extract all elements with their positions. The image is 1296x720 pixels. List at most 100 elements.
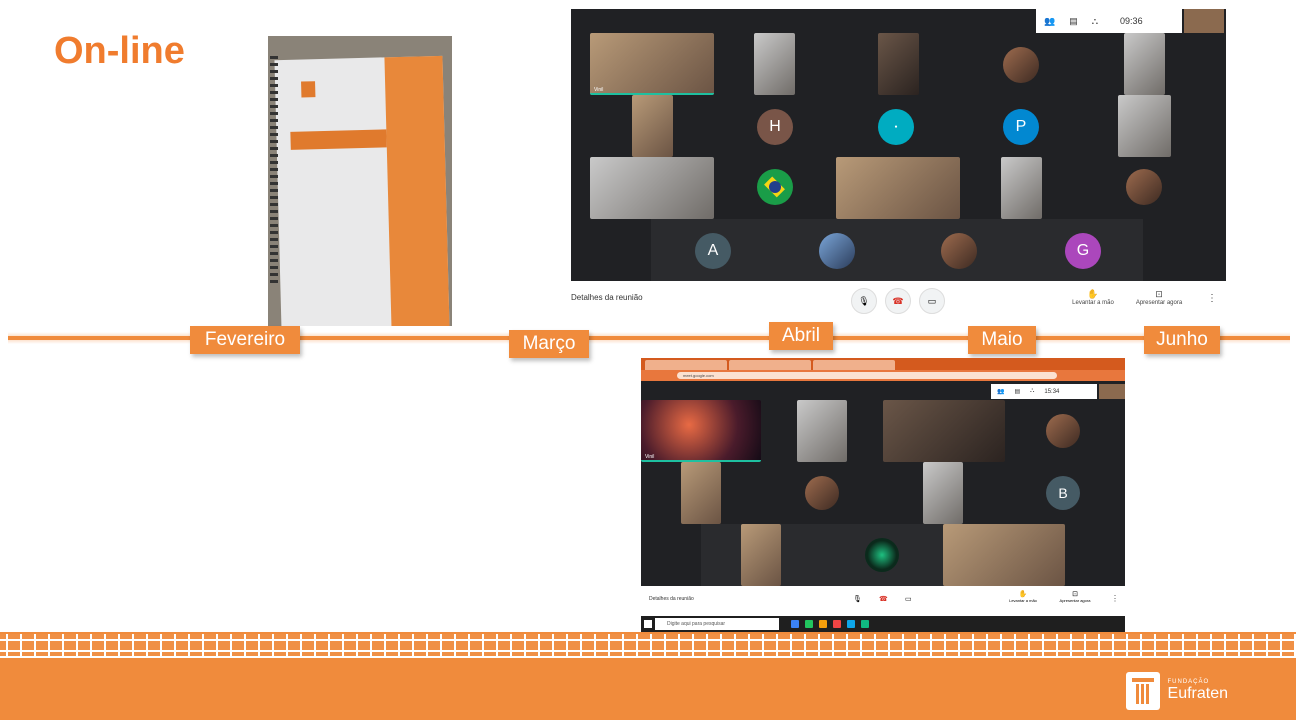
camera-icon[interactable]: ▭	[919, 288, 945, 314]
cover-title-stripe	[290, 129, 387, 150]
participant-tile	[1118, 95, 1171, 157]
meeting-time: 09:36	[1120, 16, 1143, 26]
slide-title: On-line	[54, 30, 185, 72]
participant-flag-avatar	[757, 169, 793, 205]
participant-photo	[1126, 169, 1162, 205]
present-now-label: Apresentar agora	[1059, 598, 1091, 603]
taskbar-app-icon[interactable]	[805, 620, 813, 628]
browser-tab[interactable]	[813, 360, 895, 370]
activities-icon: ⛬	[1091, 15, 1099, 26]
participant-tile	[754, 33, 795, 95]
present-icon: ⊡	[1155, 289, 1163, 299]
raise-hand-button[interactable]: ✋ Levantar a mão	[1003, 590, 1043, 603]
hand-icon: ✋	[1018, 591, 1028, 598]
present-icon: ⊡	[1072, 591, 1078, 598]
month-label: Fevereiro	[190, 326, 300, 354]
taskbar-app-icon[interactable]	[791, 620, 799, 628]
taskbar-search-input[interactable]: Digite aqui para pesquisar	[655, 618, 779, 630]
participant-tile	[590, 157, 714, 219]
browser-tab[interactable]	[645, 360, 727, 370]
present-now-button[interactable]: ⊡ Apresentar agora	[1053, 590, 1097, 603]
taskbar-app-icon[interactable]	[819, 620, 827, 628]
url-field[interactable]: meet.google.com	[677, 372, 1057, 379]
taskbar-app-icon[interactable]	[833, 620, 841, 628]
chat-icon: ▤	[1014, 389, 1021, 395]
meet-control-bar: Detalhes da reunião 🎙 ☎ ▭ ✋ Levantar a m…	[571, 281, 1226, 319]
participant-photo	[1003, 47, 1039, 83]
participant-tile: Vinil	[641, 400, 761, 462]
participant-photo	[1046, 414, 1080, 448]
participant-tile	[632, 95, 673, 157]
chat-icon: ▤	[1069, 15, 1078, 26]
participant-tile	[797, 400, 847, 462]
participant-avatar: H	[757, 109, 793, 145]
greek-key-pattern	[0, 634, 1296, 656]
taskbar-app-icon[interactable]	[847, 620, 855, 628]
camera-icon[interactable]: ▭	[905, 595, 912, 603]
raise-hand-label: Levantar a mão	[1072, 300, 1114, 306]
more-icon[interactable]: ⋮	[1207, 293, 1217, 304]
participant-tile	[883, 400, 1005, 462]
participant-tile	[878, 33, 919, 95]
mic-icon[interactable]: 🎙	[853, 595, 862, 603]
participant-avatar: P	[1003, 109, 1039, 145]
taskbar-app-icon[interactable]	[861, 620, 869, 628]
participant-tile	[741, 524, 781, 586]
present-now-button[interactable]: ⊡ Apresentar agora	[1129, 289, 1189, 306]
people-icon: 👥	[1044, 15, 1056, 26]
meet-screenshot-browser: meet.google.com 👥 ▤ ⛬ 15:34 Vinil B Deta…	[641, 358, 1125, 632]
meeting-details-link[interactable]: Detalhes da reunião	[571, 293, 643, 302]
end-call-icon[interactable]: ☎	[879, 595, 888, 603]
mic-icon[interactable]: 🎙	[851, 288, 877, 314]
windows-start-icon[interactable]	[644, 620, 652, 628]
present-now-label: Apresentar agora	[1135, 300, 1183, 306]
participant-photo	[819, 233, 855, 269]
logo-big-text: Eufraten	[1167, 685, 1228, 702]
browser-tab[interactable]	[729, 360, 811, 370]
participant-avatar-logo: ●	[878, 109, 914, 145]
participant-avatar: A	[695, 233, 731, 269]
raise-hand-button[interactable]: ✋ Levantar a mão	[1063, 289, 1123, 306]
participant-tile	[1001, 157, 1042, 219]
participant-photo	[865, 538, 899, 572]
browser-address-bar: meet.google.com	[641, 370, 1125, 381]
self-video-thumbnail	[1184, 9, 1224, 33]
logo-text: FUNDAÇÃO Eufraten	[1168, 679, 1228, 703]
activities-icon: ⛬	[1030, 388, 1035, 394]
column-logo-icon	[1125, 672, 1160, 710]
month-label: Março	[509, 330, 589, 358]
participant-avatar: G	[1065, 233, 1101, 269]
participant-avatar: B	[1046, 476, 1080, 510]
more-icon[interactable]: ⋮	[1111, 594, 1119, 603]
raise-hand-label: Levantar a mão	[1009, 598, 1037, 603]
participant-tile	[1124, 33, 1165, 95]
meet-screenshot-main: 👥 ▤ ⛬ 09:36 Vinil H ● P A G Detalhes da …	[571, 9, 1226, 319]
month-label: Junho	[1144, 326, 1220, 354]
hand-icon: ✋	[1087, 289, 1099, 299]
meet-top-bar: 👥 ▤ ⛬ 09:36	[1036, 9, 1182, 33]
cover-logo-icon	[301, 81, 316, 98]
participant-tile	[836, 157, 960, 219]
notebook-photo	[268, 36, 452, 326]
participant-photo	[941, 233, 977, 269]
browser-tab-strip	[641, 358, 1125, 370]
spiral-binding	[270, 56, 278, 286]
cover-orange-band	[384, 55, 450, 326]
month-label: Maio	[968, 326, 1036, 354]
meeting-details-link[interactable]: Detalhes da reunião	[649, 596, 694, 602]
meet-top-bar: 👥 ▤ ⛬ 15:34	[991, 384, 1097, 399]
notebook-cover	[274, 55, 450, 326]
participant-photo	[805, 476, 839, 510]
self-video-thumbnail	[1099, 384, 1125, 399]
month-label: Abril	[769, 322, 833, 350]
eufraten-logo: FUNDAÇÃO Eufraten	[1125, 672, 1228, 710]
participant-tile	[943, 524, 1065, 586]
windows-taskbar: Digite aqui para pesquisar	[641, 616, 1125, 632]
footer-band: FUNDAÇÃO Eufraten	[0, 658, 1296, 720]
people-icon: 👥	[997, 389, 1005, 395]
participant-tile: Vinil	[590, 33, 714, 95]
end-call-icon[interactable]: ☎	[885, 288, 911, 314]
meeting-time: 15:34	[1044, 388, 1060, 395]
meet-control-bar: Detalhes da reunião 🎙 ☎ ▭ ✋ Levantar a m…	[641, 586, 1125, 616]
participant-tile	[681, 462, 721, 524]
